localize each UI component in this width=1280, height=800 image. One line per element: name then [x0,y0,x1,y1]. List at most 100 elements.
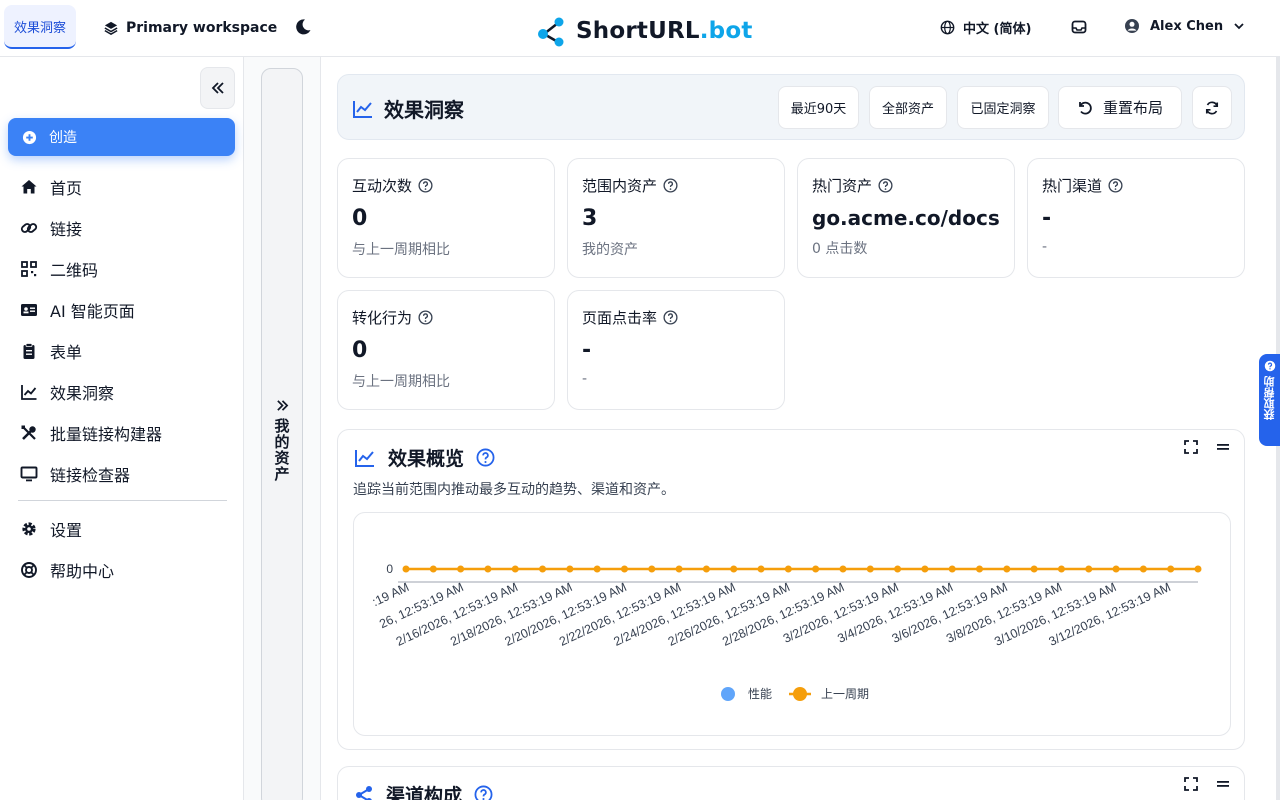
data-point [1139,565,1147,573]
assets-label-group: 我的资产 [271,399,293,482]
channel-title-text: 渠道构成 [386,785,463,800]
logo[interactable]: ShortURL.bot [536,14,753,48]
workspace-switcher[interactable]: Primary workspace [104,16,277,40]
language-label: 中文 (简体) [963,22,1032,37]
metric-subtext: 与上一周期相比 [352,242,450,258]
data-point [675,565,683,573]
lifebuoy-icon [21,561,37,578]
metric-card-assets-in-scope: 范围内资产 3 我的资产 [567,158,785,278]
sidebar-item-qr-codes[interactable]: 二维码 [0,248,244,289]
sidebar-item-label: 帮助中心 [50,561,115,581]
overview-description: 追踪当前范围内推动最多互动的趋势、渠道和资产。 [353,482,675,498]
metric-label: 热门渠道 [1042,177,1103,195]
home-icon [21,179,37,193]
data-point [784,565,792,573]
globe-icon [940,20,955,35]
create-button[interactable]: 创造 [8,118,235,156]
data-point [976,565,984,573]
sidebar-item-label: 批量链接构建器 [50,424,163,444]
assets-panel: 我的资产 [244,57,321,800]
data-point [1057,565,1065,573]
reset-layout-button[interactable]: 重置布局 [1058,86,1182,129]
plus-circle-icon [22,130,37,144]
monitor-icon [20,466,38,481]
data-point [484,565,492,573]
moon-icon[interactable] [294,18,312,36]
data-point [1085,565,1093,573]
chevrons-right-icon [276,400,288,411]
get-help-tab[interactable]: 获取帮助 [1259,354,1280,446]
channel-mix-card: 渠道构成 [337,766,1245,800]
assets-panel-toggle[interactable]: 我的资产 [261,68,303,800]
refresh-button[interactable] [1192,86,1232,129]
asset-filter-button[interactable]: 全部资产 [869,86,947,129]
sidebar-divider [18,500,227,501]
data-point [593,565,601,573]
sidebar-item-bulk-builder[interactable]: 批量链接构建器 [0,412,244,453]
sidebar-item-ai-pages[interactable]: AI 智能页面 [0,289,244,330]
legend-label-current: 性能 [748,687,772,701]
sidebar-item-forms[interactable]: 表单 [0,330,244,371]
inbox-icon[interactable] [1071,19,1087,35]
metric-value: 3 [582,206,598,231]
y-tick-label: 0 [386,562,393,576]
drag-handle-icon[interactable] [1216,777,1230,791]
page-header: 效果洞察 最近90天 全部资产 已固定洞察 重置布局 [337,74,1245,140]
layers-icon [104,21,118,35]
help-circle-icon[interactable] [474,785,493,800]
metric-label: 转化行为 [352,309,413,327]
get-help-label: 获取帮助 [1262,376,1276,420]
metric-value: go.acme.co/docs [812,206,1000,230]
date-range-button[interactable]: 最近90天 [778,86,859,129]
line-chart: 0:19 AM26, 12:53:19 AM2/16/2026, 12:53:1… [370,562,1202,701]
data-point [1167,565,1175,573]
logo-mark-icon [538,17,564,47]
sidebar-item-insights[interactable]: 效果洞察 [0,371,244,412]
user-avatar-icon [1125,19,1139,33]
help-circle-icon[interactable] [418,310,433,325]
metric-card-conversions: 转化行为 0 与上一周期相比 [337,290,555,410]
sidebar-item-settings[interactable]: 设置 [0,508,244,549]
help-circle-icon[interactable] [663,310,678,325]
expand-icon[interactable] [1184,777,1198,791]
metric-card-top-asset: 热门资产 go.acme.co/docs 0 点击数 [797,158,1015,278]
data-point [511,565,519,573]
help-circle-icon[interactable] [476,448,495,467]
expand-icon[interactable] [1184,440,1198,454]
page-title-text: 效果洞察 [384,98,464,122]
overview-tools [1184,440,1230,454]
sidebar-item-label: AI 智能页面 [50,301,135,321]
chart-line-icon [21,384,37,400]
metric-card-page-ctr: 页面点击率 - - [567,290,785,410]
language-selector[interactable]: 中文 (简体) [940,18,1031,37]
refresh-icon [1205,101,1219,114]
metric-subtext: 0 点击数 [812,241,868,257]
data-point [539,565,547,573]
channel-title: 渠道构成 [354,781,493,800]
share-icon [356,785,372,800]
user-menu[interactable]: Alex Chen [1124,18,1245,34]
help-circle-icon[interactable] [418,178,433,193]
tab-insights[interactable]: 效果洞察 [4,5,76,49]
sidebar-item-help-center[interactable]: 帮助中心 [0,549,244,590]
data-point [620,565,628,573]
data-point [730,565,738,573]
sidebar: 创造 首页 链接 二维码 AI 智能页面 表单 效果洞察 批量链接构建器 链接检… [0,57,244,800]
metric-subtext: - [1042,239,1048,255]
drag-handle-icon[interactable] [1216,440,1230,454]
sidebar-item-home[interactable]: 首页 [0,166,244,207]
legend-label-previous: 上一周期 [821,687,869,701]
sidebar-item-link-checker[interactable]: 链接检查器 [0,453,244,494]
metric-label: 页面点击率 [582,309,658,327]
help-circle-icon[interactable] [663,178,678,193]
data-point [1194,565,1202,573]
collapse-sidebar-button[interactable] [200,67,235,109]
help-circle-icon[interactable] [878,178,893,193]
sidebar-item-links[interactable]: 链接 [0,207,244,248]
pinned-insights-button[interactable]: 已固定洞察 [957,86,1049,129]
top-bar: 效果洞察 Primary workspace ShortURL.bot 中文 (… [0,0,1280,57]
help-circle-icon[interactable] [1108,178,1123,193]
data-point [1112,565,1120,573]
metric-value: - [582,338,592,363]
chart-line-icon [355,449,374,467]
